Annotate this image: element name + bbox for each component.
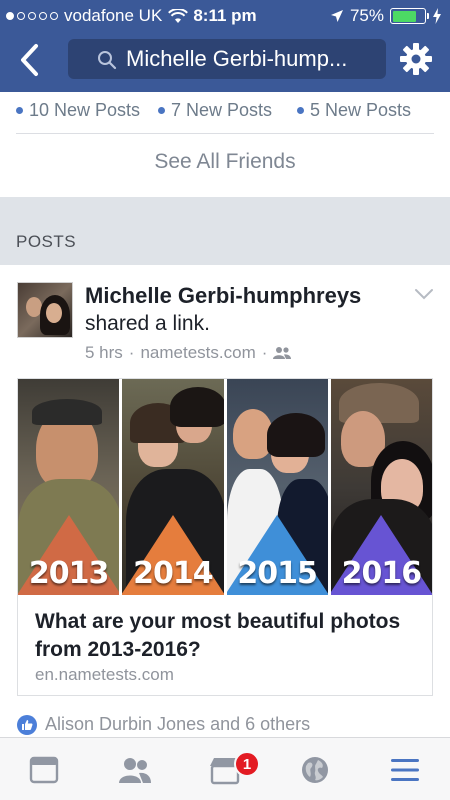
year-label: 2015 bbox=[237, 556, 318, 591]
meta-separator: · bbox=[128, 343, 135, 362]
notification-badge: 1 bbox=[234, 751, 260, 777]
new-posts-row: 10 New Posts 7 New Posts 5 New Posts bbox=[16, 96, 434, 126]
year-photo: 2013 bbox=[18, 379, 120, 595]
tab-menu[interactable] bbox=[387, 752, 423, 788]
post-action: shared a link. bbox=[85, 312, 210, 335]
year-label: 2014 bbox=[133, 556, 214, 591]
back-icon[interactable] bbox=[16, 42, 46, 78]
posts-section-header: POSTS bbox=[0, 197, 450, 265]
new-posts-label: 10 New Posts bbox=[29, 100, 141, 120]
post-time[interactable]: 5 hrs bbox=[85, 343, 123, 363]
new-posts-label: 7 New Posts bbox=[171, 100, 273, 120]
location-icon bbox=[330, 10, 343, 22]
link-preview-card[interactable]: 2013 2014 2015 2016 What are your most b… bbox=[17, 378, 433, 696]
new-posts-item[interactable]: 7 New Posts bbox=[158, 100, 272, 121]
news-feed-icon bbox=[29, 756, 59, 784]
post-source[interactable]: nametests.com bbox=[140, 343, 255, 363]
gear-icon[interactable] bbox=[399, 42, 433, 76]
battery-icon bbox=[390, 8, 429, 24]
status-bar: vodafone UK 8:11 pm 75% bbox=[0, 0, 450, 30]
reactions-summary[interactable]: Alison Durbin Jones and 6 others bbox=[17, 714, 310, 735]
menu-icon bbox=[391, 759, 419, 781]
posts-label: POSTS bbox=[16, 232, 77, 251]
year-label: 2013 bbox=[28, 556, 110, 591]
new-posts-dot bbox=[16, 107, 23, 114]
new-posts-dot bbox=[158, 107, 165, 114]
new-posts-item[interactable]: 10 New Posts bbox=[16, 100, 140, 121]
reactions-text: Alison Durbin Jones and 6 others bbox=[45, 714, 311, 734]
header: vodafone UK 8:11 pm 75% Michelle Gerbi-h… bbox=[0, 0, 450, 92]
search-input[interactable]: Michelle Gerbi-hump... bbox=[68, 39, 386, 79]
battery-percent: 75% bbox=[349, 6, 384, 25]
link-title[interactable]: What are your most beautiful photos from… bbox=[35, 608, 415, 664]
see-all-friends-button[interactable]: See All Friends bbox=[0, 150, 450, 174]
new-posts-item[interactable]: 5 New Posts bbox=[297, 100, 411, 121]
tab-friend-requests[interactable] bbox=[117, 752, 153, 788]
charging-icon bbox=[433, 8, 441, 24]
link-preview-image: 2013 2014 2015 2016 bbox=[18, 379, 432, 595]
year-photo: 2014 bbox=[122, 379, 224, 595]
friends-section: 10 New Posts 7 New Posts 5 New Posts See… bbox=[0, 92, 450, 197]
new-posts-dot bbox=[297, 107, 304, 114]
tab-notifications[interactable] bbox=[297, 752, 333, 788]
post-meta: 5 hrs · nametests.com · bbox=[85, 343, 292, 363]
year-label: 2016 bbox=[341, 556, 423, 591]
search-icon bbox=[98, 51, 117, 70]
search-query: Michelle Gerbi-hump... bbox=[126, 46, 348, 71]
globe-icon bbox=[302, 757, 328, 783]
divider bbox=[16, 133, 434, 134]
post-author[interactable]: Michelle Gerbi-humphreys bbox=[85, 283, 361, 309]
chevron-down-icon[interactable] bbox=[414, 287, 434, 301]
like-icon bbox=[17, 714, 37, 735]
friends-icon bbox=[273, 347, 292, 359]
tab-news-feed[interactable] bbox=[26, 752, 62, 788]
tab-bar: 1 bbox=[0, 737, 450, 800]
meta-separator: · bbox=[261, 343, 268, 362]
year-photo: 2016 bbox=[330, 379, 432, 595]
new-posts-label: 5 New Posts bbox=[310, 100, 412, 120]
avatar[interactable] bbox=[17, 282, 73, 338]
navigation-bar: Michelle Gerbi-hump... bbox=[0, 34, 450, 86]
post: Michelle Gerbi-humphreys shared a link. … bbox=[0, 265, 450, 735]
year-photo: 2015 bbox=[226, 379, 328, 595]
link-domain: en.nametests.com bbox=[35, 665, 174, 684]
friend-requests-icon bbox=[119, 758, 151, 783]
